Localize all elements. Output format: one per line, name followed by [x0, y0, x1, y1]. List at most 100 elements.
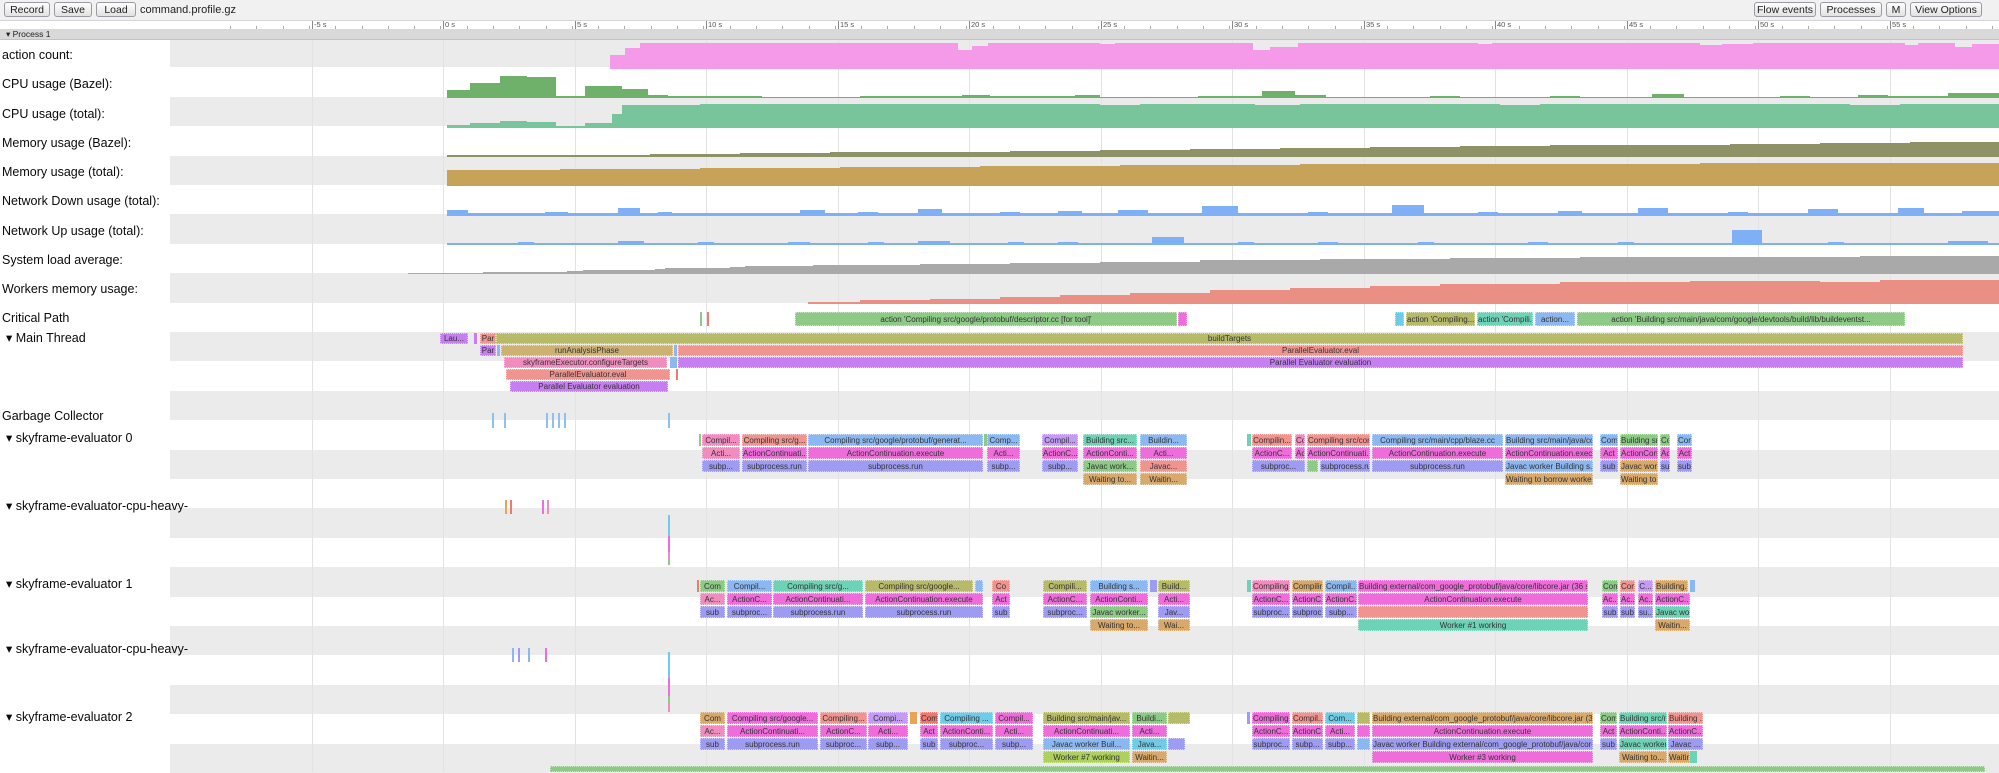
event-bar[interactable]: action 'Compiling src/google/protobuf/de…: [795, 312, 1177, 326]
event-bar[interactable]: [1247, 580, 1251, 592]
event-bar[interactable]: Ac...: [700, 593, 725, 605]
event-bar[interactable]: ActionC...: [1252, 447, 1292, 459]
event-bar[interactable]: Acti...: [995, 725, 1033, 737]
event-bar[interactable]: Compiling...: [1252, 712, 1290, 724]
event-bar[interactable]: Acti...: [1132, 725, 1167, 737]
event-bar[interactable]: Co: [992, 580, 1010, 592]
event-bar[interactable]: [497, 345, 500, 356]
event-bar[interactable]: ActionC...: [1325, 593, 1357, 605]
event-bar[interactable]: ActionC...: [1292, 725, 1323, 737]
event-bar[interactable]: Acti...: [868, 725, 908, 737]
event-bar[interactable]: Building src/main/jav...: [1043, 712, 1130, 724]
event-bar[interactable]: Compiling src/g...: [742, 434, 807, 446]
event-bar[interactable]: sub: [1600, 738, 1617, 750]
event-bar[interactable]: subp...: [1325, 606, 1357, 618]
event-bar[interactable]: Waiting to...: [1083, 473, 1137, 485]
event-bar[interactable]: Compilin...: [1292, 580, 1323, 592]
track-group-toggle[interactable]: ▾ skyframe-evaluator 0: [6, 430, 132, 445]
event-bar[interactable]: ParallelEvaluator.eval: [506, 369, 670, 380]
event-bar[interactable]: subp...: [995, 738, 1033, 750]
event-bar[interactable]: Ac...: [1620, 593, 1635, 605]
event-bar[interactable]: Compiling src/google...: [727, 712, 818, 724]
event-bar[interactable]: [1690, 580, 1695, 592]
event-bar[interactable]: ActionC...: [1252, 593, 1290, 605]
event-bar[interactable]: ActionC...: [1655, 593, 1690, 605]
event-bar[interactable]: Acti...: [1325, 725, 1355, 737]
event-bar[interactable]: Javac worker...: [1090, 606, 1148, 618]
event-bar[interactable]: [1358, 606, 1588, 618]
instant-event-tick[interactable]: [552, 413, 554, 428]
event-bar[interactable]: Wai...: [1158, 619, 1190, 631]
event-bar[interactable]: ActionC...: [1292, 593, 1323, 605]
event-bar[interactable]: [1168, 712, 1190, 724]
event-bar[interactable]: ActionContinuation.execute: [808, 447, 983, 459]
event-bar[interactable]: Act: [1295, 447, 1305, 459]
event-bar[interactable]: Act: [920, 725, 938, 737]
event-bar[interactable]: Compil...: [727, 580, 772, 592]
track-group-toggle[interactable]: ▾ skyframe-evaluator 2: [6, 709, 132, 724]
event-bar[interactable]: Building src/main/java/com/go...: [1505, 434, 1593, 446]
event-bar[interactable]: ActionC...: [727, 593, 772, 605]
instant-event-tick[interactable]: [668, 536, 670, 552]
event-bar[interactable]: [474, 333, 477, 344]
event-bar[interactable]: [670, 357, 677, 368]
track-group-toggle[interactable]: ▾ skyframe-evaluator-cpu-heavy-: [6, 641, 188, 656]
event-bar[interactable]: Parallel Evaluator evaluation: [678, 357, 1963, 368]
event-bar[interactable]: Waitin...: [1132, 751, 1167, 763]
event-bar[interactable]: sub: [700, 606, 725, 618]
event-bar[interactable]: subproc...: [940, 738, 993, 750]
flow-events-button[interactable]: Flow events: [1754, 2, 1816, 17]
event-bar[interactable]: subp...: [702, 460, 740, 472]
event-bar[interactable]: subproc...: [820, 738, 867, 750]
event-bar[interactable]: Building src...: [1083, 434, 1137, 446]
instant-event-tick[interactable]: [505, 500, 507, 514]
event-bar[interactable]: subproc...: [1043, 606, 1087, 618]
event-bar[interactable]: Javac...: [1140, 460, 1187, 472]
event-bar[interactable]: Waiting to...: [1619, 751, 1667, 763]
event-bar[interactable]: Act: [1677, 447, 1692, 459]
event-bar[interactable]: subp...: [1042, 460, 1078, 472]
instant-event-tick[interactable]: [504, 413, 506, 428]
event-bar[interactable]: Compil...: [1325, 580, 1357, 592]
event-bar[interactable]: skyframeExecutor.configureTargets: [504, 357, 667, 368]
event-bar[interactable]: Waitin...: [1668, 751, 1690, 763]
event-bar[interactable]: ActionContinuati...: [727, 725, 818, 737]
event-bar[interactable]: C...: [1638, 580, 1653, 592]
event-bar[interactable]: subprocess.run: [727, 738, 818, 750]
event-bar[interactable]: Par: [480, 333, 496, 344]
event-bar[interactable]: ActionConti...: [1620, 447, 1658, 459]
event-bar[interactable]: sub: [1600, 460, 1618, 472]
event-bar[interactable]: Par: [480, 345, 496, 356]
event-bar[interactable]: Acti...: [1140, 447, 1187, 459]
timeline-ruler[interactable]: -5 s0 s5 s10 s15 s20 s25 s30 s35 s40 s45…: [0, 20, 1999, 29]
instant-event-tick[interactable]: [547, 500, 549, 514]
event-bar[interactable]: Jav...: [1158, 606, 1190, 618]
instant-event-tick[interactable]: [542, 500, 544, 514]
event-bar[interactable]: Waiting to...: [1090, 619, 1148, 631]
event-bar[interactable]: ActionContinuati...: [1043, 725, 1130, 737]
instant-event-tick[interactable]: [528, 648, 530, 662]
instant-event-tick[interactable]: [512, 648, 514, 662]
event-bar[interactable]: sub: [1660, 460, 1670, 472]
event-bar[interactable]: Building s...: [1090, 580, 1148, 592]
event-bar[interactable]: Building external/com_google_protobuf/ja…: [1372, 712, 1593, 724]
event-bar[interactable]: subprocess.run: [773, 606, 863, 618]
event-bar[interactable]: ActionConti...: [940, 725, 993, 737]
event-bar[interactable]: Compi...: [868, 712, 908, 724]
event-bar[interactable]: Compiling src/google/protobuf/generat...: [808, 434, 983, 446]
event-bar[interactable]: ActionContinuation.execute: [1358, 593, 1588, 605]
event-bar[interactable]: Waitin...: [1655, 619, 1690, 631]
event-bar[interactable]: Parallel Evaluator evaluation: [510, 381, 668, 392]
event-bar[interactable]: Waitin...: [1140, 473, 1187, 485]
event-bar[interactable]: Compiling ...: [1252, 580, 1290, 592]
event-bar[interactable]: ActionContinuation.execute: [1505, 447, 1593, 459]
event-bar[interactable]: [676, 369, 678, 380]
event-bar[interactable]: Ac...: [1638, 593, 1653, 605]
instant-event-tick[interactable]: [564, 413, 566, 428]
event-bar[interactable]: Compiling ...: [940, 712, 993, 724]
event-bar[interactable]: ActionC...: [1668, 725, 1703, 737]
event-bar[interactable]: Buildi...: [1132, 712, 1167, 724]
event-bar[interactable]: subprocess.run: [1372, 460, 1503, 472]
process-header[interactable]: ▾ Process 1: [0, 29, 1999, 40]
event-bar[interactable]: Act: [1600, 725, 1617, 737]
